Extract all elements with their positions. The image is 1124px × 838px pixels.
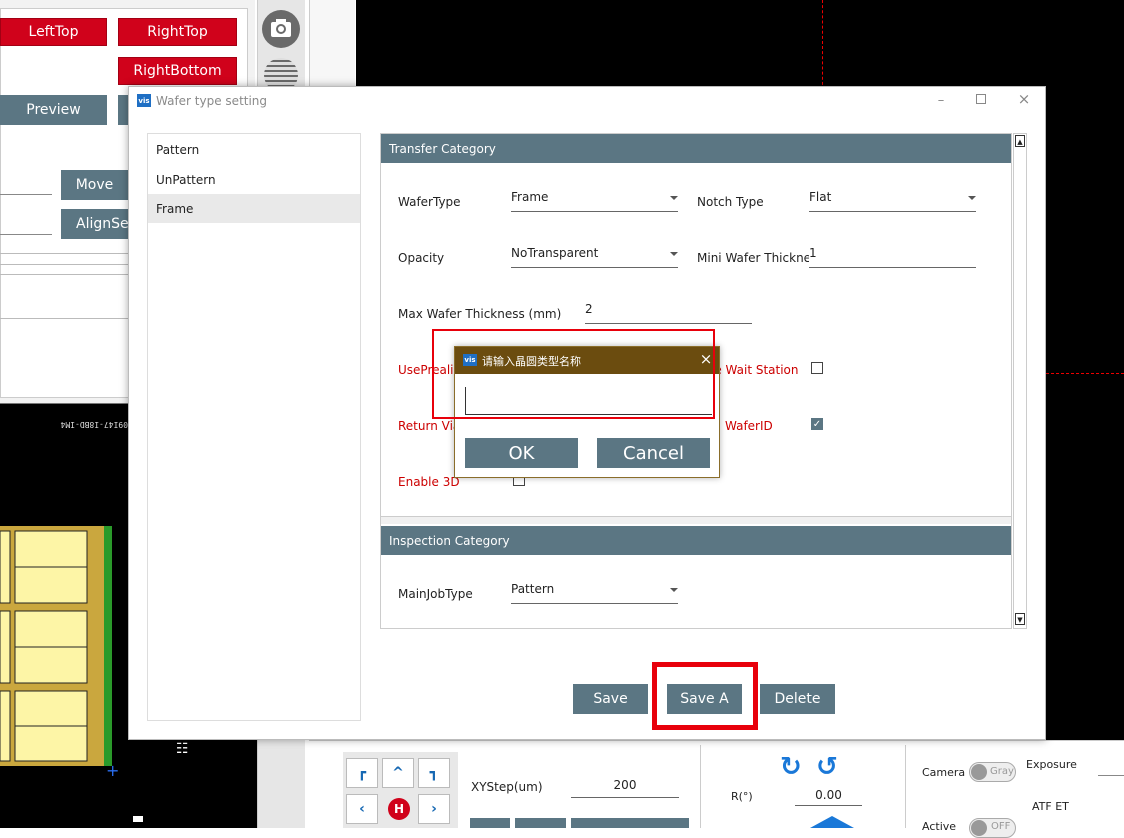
prompt-highlight <box>432 329 715 419</box>
home-button[interactable]: H <box>388 798 410 820</box>
minimize-icon[interactable]: – <box>934 93 948 108</box>
waferid-checkbox[interactable]: ✓ <box>811 418 823 430</box>
divider-3 <box>0 274 128 275</box>
crosshair-vertical <box>822 0 823 90</box>
dialog-title: Wafer type setting <box>156 94 268 108</box>
alignset-button[interactable]: AlignSet <box>61 209 134 239</box>
save-button[interactable]: Save <box>573 684 648 714</box>
ok-button[interactable]: OK <box>465 438 578 468</box>
rightbottom-button[interactable]: RightBottom <box>118 57 237 85</box>
wafertype-value: Frame <box>511 190 549 204</box>
righttop-button[interactable]: RightTop <box>118 18 237 46</box>
die-array <box>0 526 112 766</box>
maximize-icon[interactable] <box>976 94 986 104</box>
jog-upleft-button[interactable]: ┏ <box>346 758 378 788</box>
xystep-input[interactable]: 200 <box>571 778 679 798</box>
active-label: Active <box>922 820 957 833</box>
crosshair-horizontal <box>1046 373 1124 374</box>
type-list: Pattern UnPattern Frame <box>147 133 361 721</box>
off-label: OFF <box>991 821 1011 832</box>
camera-icon[interactable] <box>262 10 300 48</box>
opacity-combo[interactable]: NoTransparent <box>511 246 678 268</box>
jog-left-button[interactable]: ‹ <box>346 794 378 824</box>
exposure-label: Exposure <box>1026 758 1077 771</box>
waferid-label: WaferID <box>725 419 773 433</box>
list-item-frame[interactable]: Frame <box>148 194 360 223</box>
rotate-cw-icon[interactable]: ↻ <box>780 754 806 780</box>
notch-type-label: Notch Type <box>697 195 764 209</box>
chevron-down-icon <box>670 252 678 256</box>
divider-1 <box>0 253 128 254</box>
transfer-category-header: Transfer Category <box>381 134 1011 163</box>
save-a-highlight <box>652 662 758 730</box>
rotate-ccw-icon[interactable]: ↺ <box>816 754 842 780</box>
inspection-category-header: Inspection Category <box>381 526 1011 555</box>
alignset-field[interactable] <box>0 214 52 235</box>
lefttop-button[interactable]: LeftTop <box>0 18 107 46</box>
corner-marker <box>133 816 143 822</box>
move-button[interactable]: Move <box>61 170 128 200</box>
xystep-label: XYStep(um) <box>471 780 543 794</box>
r-label: R(°) <box>731 790 753 803</box>
cancel-button[interactable]: Cancel <box>597 438 710 468</box>
wait-station-label: le Wait Station <box>711 363 799 377</box>
mainjobtype-value: Pattern <box>511 582 555 596</box>
mini-thickness-input[interactable]: 1 <box>809 246 976 268</box>
move-field[interactable] <box>0 174 52 195</box>
layers-icon[interactable]: ☷ <box>176 741 196 757</box>
camera-gray-toggle[interactable]: Gray <box>969 762 1016 782</box>
wait-station-checkbox[interactable] <box>811 362 823 374</box>
camera-label: Camera <box>922 766 966 779</box>
active-toggle[interactable]: OFF <box>969 818 1016 838</box>
dialog-titlebar: vis Wafer type setting – × <box>129 87 1045 115</box>
bottom-btn-1[interactable] <box>470 818 510 828</box>
vertical-sep <box>700 745 701 828</box>
chevron-down-icon <box>670 588 678 592</box>
max-thickness-input[interactable]: 2 <box>585 302 752 324</box>
wafertype-label: WaferType <box>398 195 461 209</box>
jog-upright-button[interactable]: ┓ <box>418 758 450 788</box>
close-icon[interactable]: × <box>1017 90 1031 108</box>
wafertype-combo[interactable]: Frame <box>511 190 678 212</box>
gray-label: Gray <box>990 766 1014 777</box>
list-item-unpattern[interactable]: UnPattern <box>148 166 360 194</box>
atf-label: ATF ET <box>1032 800 1069 813</box>
blue-cross-marker: + <box>106 761 120 780</box>
chevron-down-icon <box>968 196 976 200</box>
bottom-btn-2[interactable] <box>515 818 566 828</box>
jog-right-button[interactable]: › <box>418 794 450 824</box>
preview-button[interactable]: Preview <box>0 95 107 125</box>
return-via-label: Return Via <box>398 419 461 433</box>
vertical-sep-2 <box>905 745 906 828</box>
app-logo-icon: vis <box>137 94 151 107</box>
bottom-btn-3[interactable] <box>571 818 689 828</box>
list-item-pattern[interactable]: Pattern <box>148 136 360 164</box>
enable-3d-label: Enable 3D <box>398 475 460 489</box>
settings-scrollbar[interactable]: ▲ ▼ <box>1013 133 1027 629</box>
exposure-field[interactable] <box>1098 775 1124 776</box>
toggle-knob <box>971 764 987 780</box>
jog-up-button[interactable]: ^ <box>382 758 414 788</box>
opacity-label: Opacity <box>398 251 445 265</box>
section-divider <box>381 516 1011 524</box>
chevron-down-icon <box>670 196 678 200</box>
delete-button[interactable]: Delete <box>760 684 835 714</box>
opacity-value: NoTransparent <box>511 246 599 260</box>
up-arrow-icon[interactable] <box>810 816 854 828</box>
toggle-knob <box>971 820 987 836</box>
mainjobtype-label: MainJobType <box>398 587 473 601</box>
scroll-down-icon[interactable]: ▼ <box>1015 613 1025 625</box>
r-value-input[interactable]: 0.00 <box>795 788 862 806</box>
mainjobtype-combo[interactable]: Pattern <box>511 582 678 604</box>
divider-4 <box>0 318 128 319</box>
scroll-up-icon[interactable]: ▲ <box>1015 135 1025 147</box>
wafer-id-label: 09I47-I8BD-IM4 <box>60 420 128 429</box>
mini-thickness-label: Mini Wafer Thickness <box>697 251 809 265</box>
notch-type-combo[interactable]: Flat <box>809 190 976 212</box>
notch-type-value: Flat <box>809 190 832 204</box>
max-thickness-label: Max Wafer Thickness (mm) <box>398 307 562 321</box>
divider-2 <box>0 264 128 265</box>
